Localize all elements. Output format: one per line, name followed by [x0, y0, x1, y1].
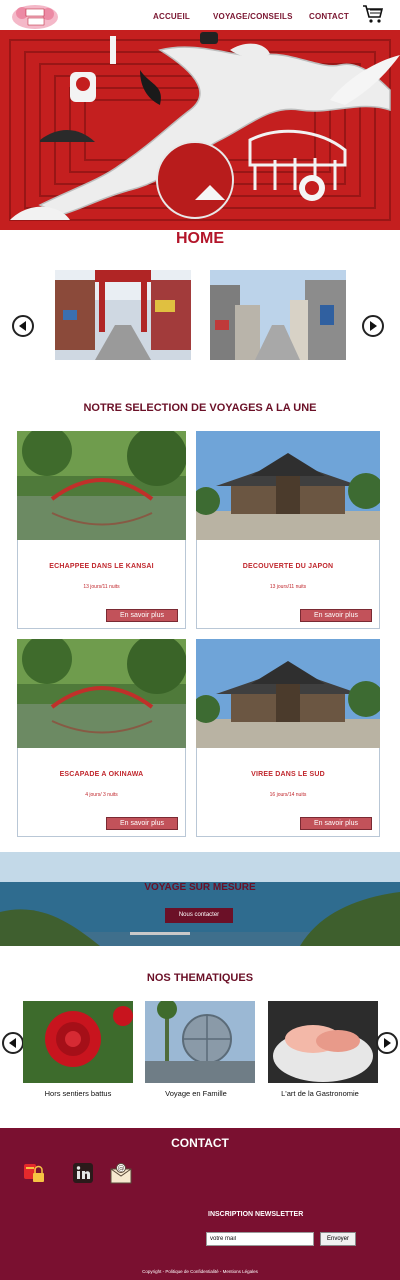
linkedin-icon[interactable]: [72, 1162, 94, 1184]
selection-title: NOTRE SELECTION DE VOYAGES A LA UNE: [83, 402, 317, 414]
carousel-next-button[interactable]: [362, 315, 384, 337]
theme-image-family: [145, 1001, 255, 1083]
more-button[interactable]: En savoir plus: [106, 609, 178, 622]
themes-next-button[interactable]: [376, 1032, 398, 1054]
page-title: HOME: [176, 230, 224, 247]
themes-title: NOS THEMATIQUES: [146, 972, 254, 984]
card-duration: 13 jours/11 nuits: [269, 584, 307, 590]
card-image-okinawa-bridge: [17, 639, 186, 748]
trip-card-okinawa: ESCAPADE A OKINAWA 4 jours/ 3 nuits En s…: [17, 748, 186, 837]
card-duration: 16 jours/14 nuits: [269, 792, 307, 798]
nav-accueil[interactable]: ACCUEIL: [153, 12, 190, 21]
more-button[interactable]: En savoir plus: [300, 817, 372, 830]
card-duration: 13 jours/11 nuits: [83, 584, 120, 590]
footer: [0, 1128, 400, 1280]
carousel-slide-street-1: [55, 270, 191, 360]
logo[interactable]: [10, 3, 60, 31]
hero-japan-map: [0, 30, 400, 230]
copyright-links[interactable]: Copyright - Politique de Confidentialité…: [0, 1269, 400, 1274]
theme-image-sushi: [268, 1001, 378, 1083]
trip-card-kansai: ECHAPPEE DANS LE KANSAI 13 jours/11 nuit…: [17, 540, 186, 629]
card-image-japan-temple: [196, 431, 380, 540]
email-icon[interactable]: @: [110, 1162, 132, 1184]
custom-trip-banner: [0, 852, 400, 946]
carousel-prev-button[interactable]: [12, 315, 34, 337]
newsletter-title: INSCRIPTION NEWSLETTER: [208, 1211, 304, 1218]
id-card-lock-icon[interactable]: [23, 1162, 45, 1184]
card-duration: 4 jours/ 3 nuits: [85, 792, 118, 798]
trip-card-south: VIREE DANS LE SUD 16 jours/14 nuits En s…: [196, 748, 380, 837]
trip-card-japan: DECOUVERTE DU JAPON 13 jours/11 nuits En…: [196, 540, 380, 629]
contact-us-button[interactable]: Nous contacter: [165, 908, 233, 923]
nav-voyage-conseils[interactable]: VOYAGE/CONSEILS: [213, 12, 293, 21]
card-title: ESCAPADE A OKINAWA: [59, 771, 144, 778]
custom-trip-title: VOYAGE SUR MESURE: [144, 882, 256, 893]
card-title: DECOUVERTE DU JAPON: [242, 563, 334, 570]
newsletter-submit-button[interactable]: Envoyer: [320, 1232, 356, 1246]
cart-icon[interactable]: [362, 4, 384, 24]
theme-image-rose: [23, 1001, 133, 1083]
card-image-south-temple: [196, 639, 380, 748]
card-title: VIREE DANS LE SUD: [251, 771, 325, 778]
theme-label: L'art de la Gastronomie: [281, 1089, 359, 1098]
carousel-slide-street-2: [210, 270, 346, 360]
card-title: ECHAPPEE DANS LE KANSAI: [49, 563, 154, 570]
newsletter-email-input[interactable]: [206, 1232, 314, 1246]
card-image-kansai-bridge: [17, 431, 186, 540]
svg-text:@: @: [118, 1165, 125, 1173]
theme-label: Voyage en Famille: [165, 1089, 227, 1098]
nav-contact[interactable]: CONTACT: [309, 12, 349, 21]
more-button[interactable]: En savoir plus: [106, 817, 178, 830]
footer-title: CONTACT: [171, 1136, 229, 1150]
themes-prev-button[interactable]: [2, 1032, 24, 1054]
more-button[interactable]: En savoir plus: [300, 609, 372, 622]
